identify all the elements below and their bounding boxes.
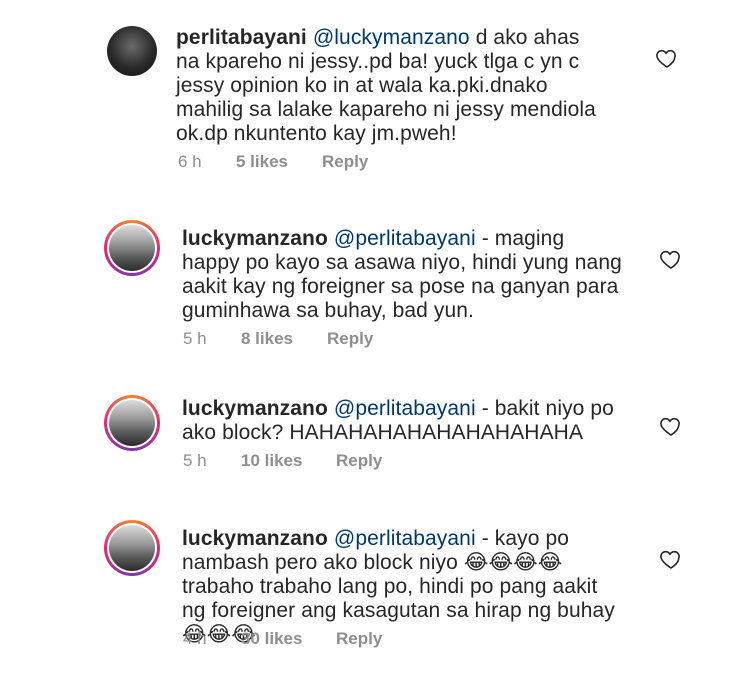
comment-body: luckymanzano @perlitabayani - bakit niyo p… bbox=[182, 397, 622, 445]
comment-text: trabaho trabaho lang po, hindi po pang a… bbox=[182, 575, 615, 622]
comment-meta: 5 h 10 likes Reply bbox=[183, 451, 443, 473]
comment-username[interactable]: luckymanzano bbox=[182, 227, 328, 250]
comment-mention[interactable]: @perlitabayani bbox=[334, 227, 476, 250]
comment-likes[interactable]: 30 likes bbox=[241, 629, 302, 649]
reply-button[interactable]: Reply bbox=[336, 451, 382, 471]
avatar[interactable] bbox=[104, 395, 160, 451]
avatar-photo bbox=[109, 225, 155, 271]
heart-outline-icon[interactable] bbox=[658, 414, 684, 438]
comment-meta: 5 h 8 likes Reply bbox=[183, 329, 443, 351]
comment-item: perlitabayani @luckymanzano d ako ahas na … bbox=[0, 0, 750, 190]
reply-button[interactable]: Reply bbox=[322, 152, 368, 172]
comment-username[interactable]: luckymanzano bbox=[182, 527, 328, 550]
comment-username[interactable]: perlitabayani bbox=[176, 26, 307, 49]
avatar[interactable] bbox=[104, 220, 160, 276]
reply-button[interactable]: Reply bbox=[327, 329, 373, 349]
comment-mention[interactable]: @perlitabayani bbox=[334, 397, 476, 420]
comment-username[interactable]: luckymanzano bbox=[182, 397, 328, 420]
avatar[interactable] bbox=[107, 26, 157, 76]
comment-body: perlitabayani @luckymanzano d ako ahas na … bbox=[176, 26, 606, 146]
face-with-tears-of-joy-icon: 😂😂😂😂 bbox=[463, 551, 563, 574]
heart-outline-icon[interactable] bbox=[658, 247, 684, 271]
comment-likes[interactable]: 8 likes bbox=[241, 329, 293, 349]
comment-time: 5 h bbox=[183, 329, 207, 348]
comment-likes[interactable]: 10 likes bbox=[241, 451, 302, 471]
comment-item: luckymanzano @perlitabayani - kayo po namb… bbox=[0, 495, 750, 678]
comment-item: luckymanzano @perlitabayani - bakit niyo p… bbox=[0, 370, 750, 490]
comment-meta: 6 h 5 likes Reply bbox=[178, 152, 438, 174]
comment-time: 6 h bbox=[178, 152, 202, 171]
avatar-photo bbox=[109, 525, 155, 571]
avatar[interactable] bbox=[104, 520, 160, 576]
comment-meta: 4 h 30 likes Reply bbox=[183, 629, 443, 651]
heart-outline-icon[interactable] bbox=[658, 547, 684, 571]
comment-time: 5 h bbox=[183, 451, 207, 470]
comment-body: luckymanzano @perlitabayani - maging happy… bbox=[182, 227, 622, 323]
comment-time: 4 h bbox=[183, 629, 207, 648]
comment-mention[interactable]: @luckymanzano bbox=[313, 26, 470, 49]
comment-mention[interactable]: @perlitabayani bbox=[334, 527, 476, 550]
comment-item: luckymanzano @perlitabayani - maging happy… bbox=[0, 195, 750, 365]
heart-outline-icon[interactable] bbox=[654, 46, 680, 70]
reply-button[interactable]: Reply bbox=[336, 629, 382, 649]
avatar-photo bbox=[109, 400, 155, 446]
comment-likes[interactable]: 5 likes bbox=[236, 152, 288, 172]
